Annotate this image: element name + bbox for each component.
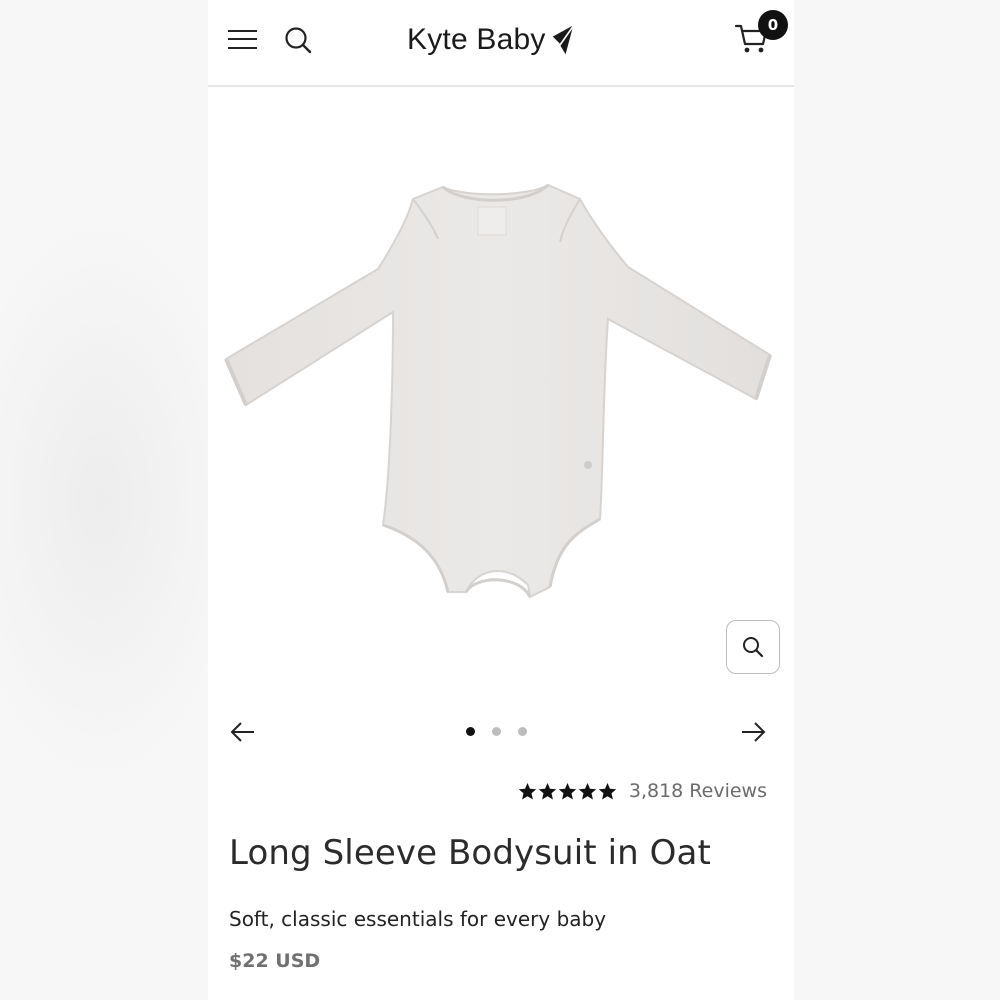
zoom-icon [743,637,764,658]
brand-name: Kyte Baby [407,23,546,56]
pagination-dot[interactable] [518,727,527,736]
star-icon [598,782,617,799]
arrow-right-icon[interactable] [738,718,768,746]
product-subtitle: Soft, classic essentials for every baby [229,907,607,931]
search-icon[interactable] [284,26,312,54]
hamburger-menu-icon[interactable] [228,28,257,50]
product-price: $22 USD [229,950,321,972]
star-icon [558,782,577,799]
kite-icon [550,24,575,56]
star-rating [518,782,617,801]
product-title: Long Sleeve Bodysuit in Oat [229,833,711,873]
pagination-dot[interactable] [466,727,475,736]
site-header: Kyte Baby 0 [208,0,794,87]
arrow-left-icon[interactable] [228,718,258,746]
pagination-dot[interactable] [492,727,501,736]
zoom-button[interactable] [726,620,780,674]
mobile-product-page: Kyte Baby 0 3,818 Reviews Long Sleeve Bo… [208,0,794,1000]
product-rating[interactable]: 3,818 Reviews [518,780,767,802]
cart-count-badge: 0 [758,10,788,40]
star-icon [518,782,537,799]
star-icon [578,782,597,799]
brand-logo[interactable]: Kyte Baby [407,20,576,60]
star-icon [538,782,557,799]
gallery-pagination [466,727,527,736]
product-image[interactable] [208,87,794,687]
reviews-count-link[interactable]: 3,818 Reviews [629,780,767,802]
